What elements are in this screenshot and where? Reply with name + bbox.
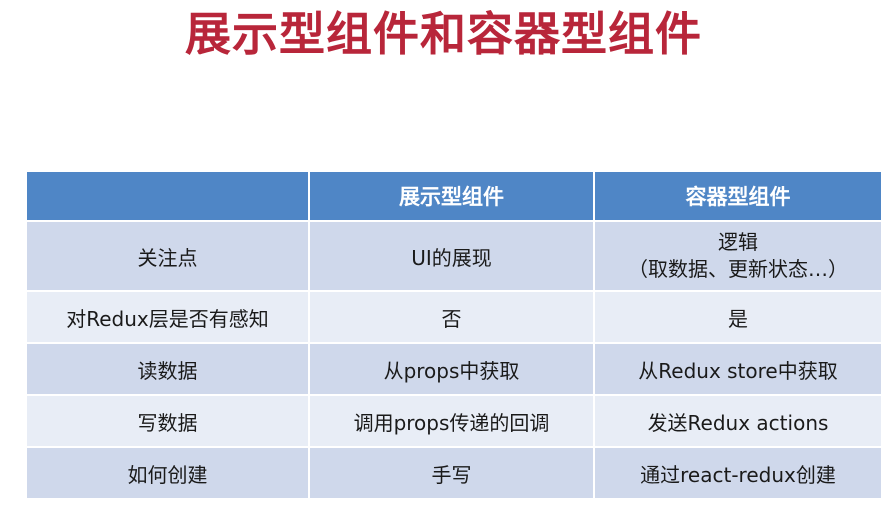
container-cell: 从Redux store中获取 [593, 342, 883, 396]
presentational-cell: 手写 [308, 446, 595, 500]
container-cell: 是 [593, 290, 883, 344]
comparison-table: 展示型组件 容器型组件 关注点 UI的展现 逻辑 （取数据、更新状态…） 对Re… [25, 170, 883, 500]
container-cell: 逻辑 （取数据、更新状态…） [593, 220, 883, 292]
presentational-cell: 调用props传递的回调 [308, 394, 595, 448]
container-cell-line1: 逻辑 [718, 230, 758, 254]
row-label: 读数据 [25, 342, 310, 396]
table-row: 关注点 UI的展现 逻辑 （取数据、更新状态…） [25, 220, 883, 292]
table-header-row: 展示型组件 容器型组件 [25, 170, 883, 222]
presentational-cell: 从props中获取 [308, 342, 595, 396]
container-cell-line2: （取数据、更新状态…） [628, 257, 848, 281]
container-cell: 发送Redux actions [593, 394, 883, 448]
presentational-cell: UI的展现 [308, 220, 595, 292]
row-label: 对Redux层是否有感知 [25, 290, 310, 344]
row-label: 如何创建 [25, 446, 310, 500]
header-empty-cell [25, 170, 310, 222]
container-cell: 通过react-redux创建 [593, 446, 883, 500]
row-label: 写数据 [25, 394, 310, 448]
header-container: 容器型组件 [593, 170, 883, 222]
table-row: 读数据 从props中获取 从Redux store中获取 [25, 342, 883, 396]
table-row: 如何创建 手写 通过react-redux创建 [25, 446, 883, 500]
header-presentational: 展示型组件 [308, 170, 595, 222]
table-row: 写数据 调用props传递的回调 发送Redux actions [25, 394, 883, 448]
table-row: 对Redux层是否有感知 否 是 [25, 290, 883, 344]
row-label: 关注点 [25, 220, 310, 292]
slide-title: 展示型组件和容器型组件 [185, 7, 702, 61]
presentational-cell: 否 [308, 290, 595, 344]
